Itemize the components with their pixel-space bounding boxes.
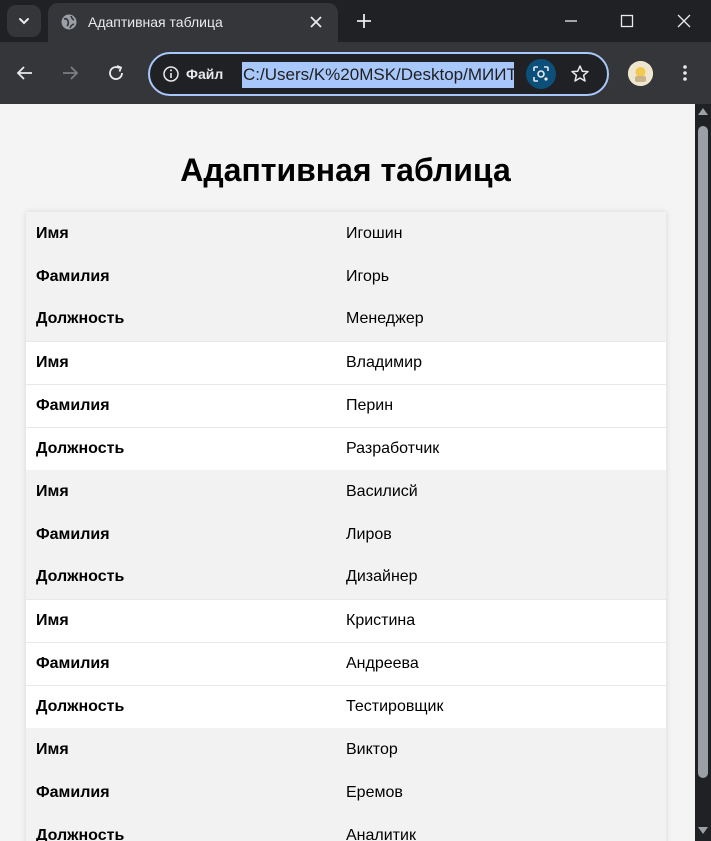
table-row: Имя Виктор — [26, 728, 666, 771]
new-tab-button[interactable] — [351, 8, 377, 34]
maximize-button[interactable] — [612, 6, 642, 36]
data-table: Имя Игошин Фамилия Игорь Должность Менеджер Им… — [26, 212, 666, 841]
url-text: C:/Users/K%20MSK/Desktop/МИИТ — [242, 62, 514, 88]
row-value: Тестировщик — [336, 684, 666, 728]
table-row: Имя Василисй — [26, 470, 666, 513]
minimize-button[interactable] — [556, 6, 586, 36]
row-label: Имя — [26, 470, 336, 513]
row-value: Василисй — [336, 470, 666, 513]
tab-search-button[interactable] — [7, 5, 41, 37]
scroll-thumb[interactable] — [698, 126, 708, 778]
url-text-field[interactable]: C:/Users/K%20MSK/Desktop/МИИТ — [242, 62, 514, 88]
row-label: Фамилия — [26, 513, 336, 556]
row-value: Аналитик — [336, 814, 666, 841]
arrow-left-icon — [16, 66, 32, 80]
scroll-up-arrow[interactable] — [698, 108, 708, 115]
page-title: Адаптивная таблица — [180, 152, 511, 188]
star-icon — [571, 65, 589, 82]
browser-menu-button[interactable] — [672, 58, 698, 88]
forward-button[interactable] — [55, 58, 85, 88]
table-row: Должность Разработчик — [26, 426, 666, 470]
close-icon — [310, 16, 322, 28]
row-label: Имя — [26, 212, 336, 255]
tab-close-button[interactable] — [306, 12, 326, 32]
row-label: Фамилия — [26, 383, 336, 427]
data-table-container: Имя Игошин Фамилия Игорь Должность Менеджер Им… — [26, 212, 666, 841]
row-value: Игорь — [336, 255, 666, 298]
tab-active[interactable]: Адаптивная таблица — [48, 3, 338, 42]
more-vertical-icon — [683, 65, 687, 81]
table-row: Имя Владимир — [26, 340, 666, 384]
row-label: Фамилия — [26, 771, 336, 814]
google-lens-button[interactable] — [526, 59, 556, 89]
table-row: Фамилия Андреева — [26, 641, 666, 685]
row-value: Разработчик — [336, 426, 666, 470]
row-label: Имя — [26, 340, 336, 384]
row-value: Еремов — [336, 771, 666, 814]
row-label: Должность — [26, 298, 336, 341]
table-row: Должность Дизайнер — [26, 556, 666, 599]
bookmark-button[interactable] — [566, 60, 594, 88]
reload-button[interactable] — [101, 58, 131, 88]
close-icon — [677, 14, 691, 28]
profile-avatar[interactable] — [628, 61, 653, 86]
page-scrollbar[interactable] — [695, 104, 711, 841]
minimize-icon — [565, 20, 577, 22]
row-value: Владимир — [336, 340, 666, 384]
info-icon[interactable] — [162, 65, 180, 83]
window-close-button[interactable] — [669, 6, 699, 36]
table-row: Фамилия Еремов — [26, 771, 666, 814]
row-value: Перин — [336, 383, 666, 427]
browser-toolbar: Файл C:/Users/K%20MSK/Desktop/МИИТ — [0, 42, 711, 104]
row-value: Игошин — [336, 212, 666, 255]
browser-titlebar: Адаптивная таблица — [0, 0, 711, 42]
row-value: Андреева — [336, 641, 666, 685]
table-row: Должность Аналитик — [26, 814, 666, 841]
page-viewport: Адаптивная таблица Имя Игошин Фамилия Игорь… — [0, 104, 695, 841]
back-button[interactable] — [10, 58, 40, 88]
address-bar[interactable]: Файл C:/Users/K%20MSK/Desktop/МИИТ — [148, 52, 609, 96]
row-value: Лиров — [336, 513, 666, 556]
row-label: Имя — [26, 728, 336, 771]
table-row: Имя Игошин — [26, 212, 666, 255]
maximize-icon — [620, 14, 634, 28]
reload-icon — [109, 65, 123, 80]
avatar-icon — [628, 61, 653, 86]
table-row: Фамилия Перин — [26, 383, 666, 427]
table-row: Должность Тестировщик — [26, 684, 666, 728]
tab-title: Адаптивная таблица — [88, 14, 223, 30]
table-row: Фамилия Лиров — [26, 513, 666, 556]
row-label: Должность — [26, 426, 336, 470]
row-label: Имя — [26, 598, 336, 642]
chevron-down-icon — [19, 18, 29, 25]
table-row: Фамилия Игорь — [26, 255, 666, 298]
row-value: Кристина — [336, 598, 666, 642]
row-label: Фамилия — [26, 255, 336, 298]
globe-icon — [61, 14, 77, 30]
row-label: Должность — [26, 684, 336, 728]
row-label: Должность — [26, 814, 336, 841]
row-label: Должность — [26, 556, 336, 599]
scheme-label: Файл — [186, 66, 224, 82]
arrow-right-icon — [63, 66, 79, 80]
plus-icon — [357, 14, 371, 28]
row-value: Менеджер — [336, 298, 666, 341]
row-value: Дизайнер — [336, 556, 666, 599]
scroll-down-arrow[interactable] — [698, 827, 708, 834]
lens-icon — [533, 66, 549, 82]
row-value: Виктор — [336, 728, 666, 771]
table-row: Должность Менеджер — [26, 298, 666, 341]
row-label: Фамилия — [26, 641, 336, 685]
table-row: Имя Кристина — [26, 598, 666, 642]
